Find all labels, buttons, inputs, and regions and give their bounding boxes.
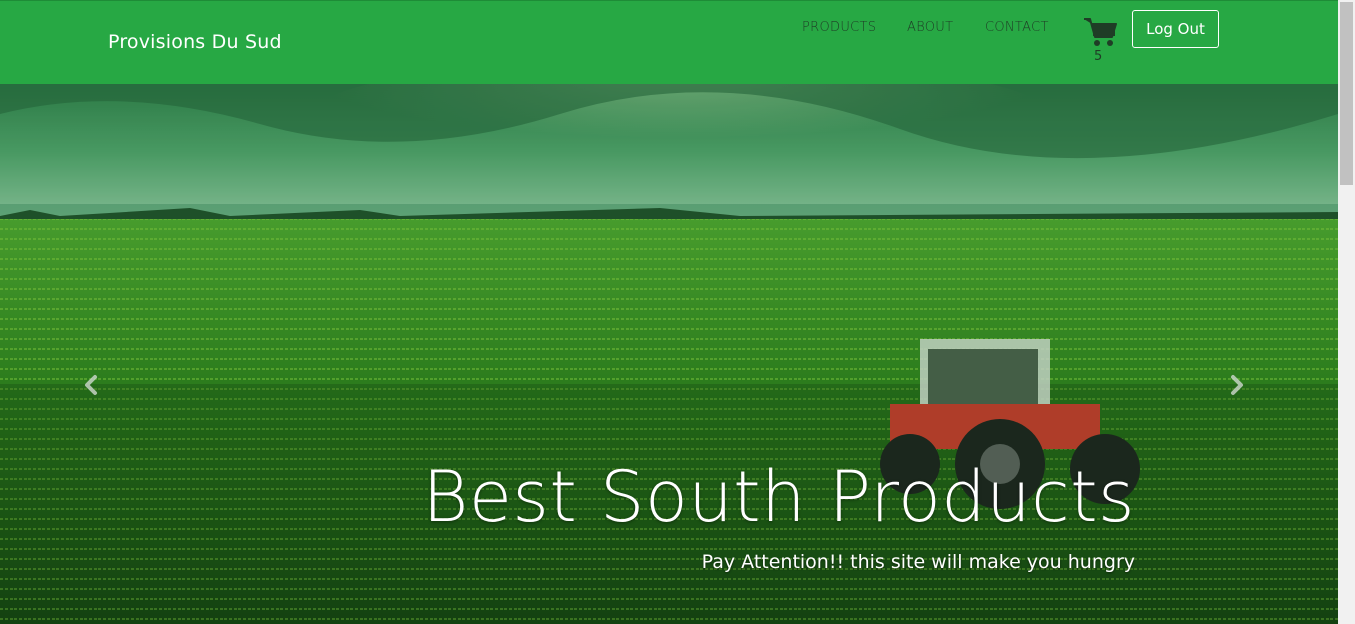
hero-title: Best South Products (422, 456, 1135, 538)
cart-count: 5 (1094, 49, 1103, 64)
nav-contact[interactable]: CONTACT (985, 20, 1049, 35)
chevron-left-icon[interactable] (76, 370, 106, 400)
nav-about[interactable]: ABOUT (907, 20, 953, 35)
chevron-right-icon[interactable] (1222, 370, 1252, 400)
hero-background-image (0, 84, 1338, 624)
logout-button[interactable]: Log Out (1132, 10, 1219, 48)
nav-products[interactable]: PRODUCTS (802, 20, 876, 35)
navbar: Provisions Du Sud PRODUCTS ABOUT CONTACT… (0, 0, 1338, 84)
hero-carousel: Best South Products Pay Attention!! this… (0, 84, 1338, 624)
scrollbar-thumb[interactable] (1340, 2, 1353, 185)
hero-subtitle: Pay Attention!! this site will make you … (701, 551, 1135, 573)
shopping-cart-icon[interactable] (1083, 16, 1117, 48)
brand-logo[interactable]: Provisions Du Sud (108, 31, 282, 53)
